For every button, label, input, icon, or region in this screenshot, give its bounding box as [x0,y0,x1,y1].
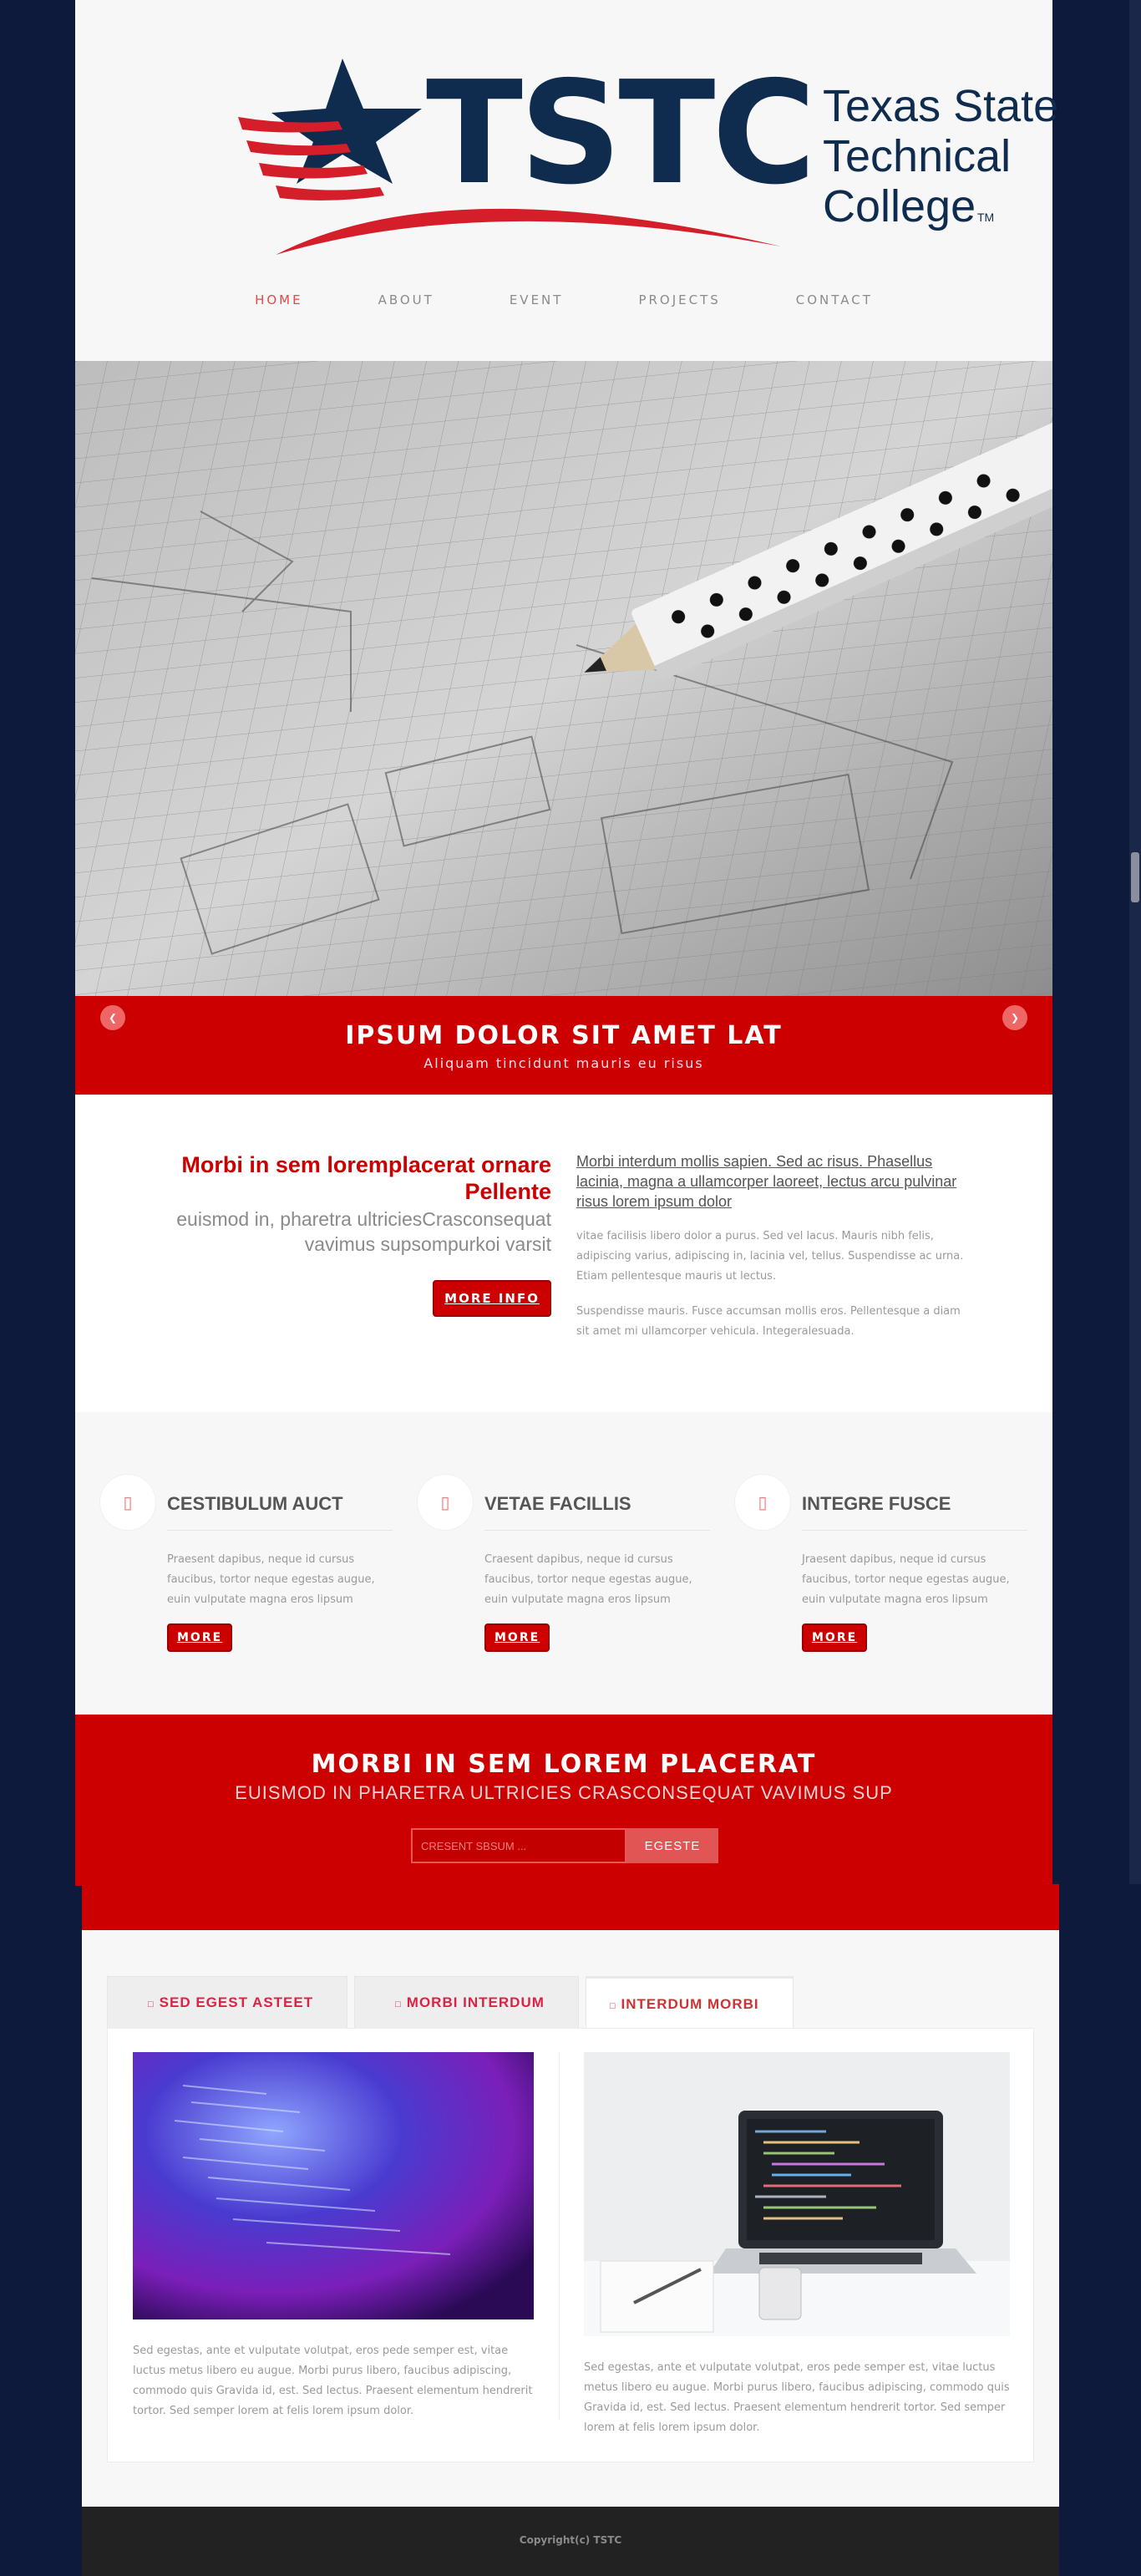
subscribe-section-extension [82,1884,1059,1930]
tab-icon: □ [395,1999,402,2009]
feature-text: Craesent dapibus, neque id cursus faucib… [484,1553,692,1606]
more-info-button[interactable]: MORE INFO [433,1280,551,1317]
tab-sed-egest-asteet[interactable]: □ SED EGEST ASTEET [107,1976,348,2028]
intro-section: Morbi in sem loremplacerat ornare Pellen… [75,1095,1052,1412]
code-screen-image [133,2052,534,2319]
subscribe-button[interactable]: EGESTE [626,1828,718,1863]
chevron-left-icon[interactable]: ❮ [100,1005,125,1030]
logo-text-2: Technical [823,131,1011,181]
subscribe-input[interactable] [411,1828,626,1863]
tab-icon: □ [148,1999,155,2009]
tab-column: Sed egestas, ante et vulputate volutpat,… [584,2052,1010,2438]
features-section: ▯ CESTIBULUM AUCT Praesent dapibus, nequ… [75,1412,1052,1715]
feature-card: ▯ CESTIBULUM AUCT Praesent dapibus, nequ… [100,1475,418,1692]
site-header: TSTC Texas State Technical College TM HO… [75,0,1058,361]
tab-column: Sed egestas, ante et vulputate volutpat,… [133,2052,534,2421]
tab-morbi-interdum[interactable]: □ MORBI INTERDUM [354,1976,579,2028]
site-footer: Copyright(c) TSTC [82,2507,1059,2576]
intro-paragraph-2: Suspendisse mauris. Fusce accumsan molli… [576,1305,961,1338]
nav-event[interactable]: EVENT [472,284,601,318]
slider-subtitle: Aliquam tincidunt mauris eu risus [423,1055,704,1071]
slider-caption: IPSUM DOLOR SIT AMET LAT Aliquam tincidu… [75,996,1052,1095]
intro-paragraph-1: vitae facilisis libero dolor a purus. Se… [576,1230,964,1283]
laptop-desk-image [584,2052,1010,2336]
page-scrollbar[interactable] [1129,0,1141,1884]
feature-more-button[interactable]: MORE [484,1623,550,1652]
subscribe-title: MORBI IN SEM LOREM PLACERAT [311,1750,817,1779]
logo-text-1: Texas State [823,81,1058,131]
chevron-right-icon[interactable]: ❯ [1002,1005,1027,1030]
tab-panel: Sed egestas, ante et vulputate volutpat,… [107,2028,1034,2462]
scrollbar-thumb[interactable] [1131,852,1139,902]
intro-subheading: euismod in, pharetra ultriciesCrasconseq… [176,1208,551,1255]
logo-text-3: College [823,181,976,231]
tab-icon: □ [609,2001,616,2011]
tab-column-text: Sed egestas, ante et vulputate volutpat,… [584,2361,1010,2434]
tab-interdum-morbi[interactable]: □ INTERDUM MORBI [585,1976,794,2028]
logo-mark: TSTC [426,51,813,216]
subscribe-section: MORBI IN SEM LOREM PLACERAT EUISMOD IN P… [75,1715,1052,1886]
nav-about[interactable]: ABOUT [341,284,472,318]
feature-more-button[interactable]: MORE [802,1623,868,1652]
mobile-icon: ▯ [418,1475,473,1530]
nav-contact[interactable]: CONTACT [758,284,910,318]
feature-text: Praesent dapibus, neque id cursus faucib… [167,1553,375,1606]
mobile-icon: ▯ [100,1475,155,1530]
feature-title: CESTIBULUM AUCT [167,1493,393,1531]
feature-card: ▯ VETAE FACILLIS Craesent dapibus, neque… [418,1475,735,1692]
copyright-text: Copyright(c) TSTC [519,2534,622,2546]
mobile-icon: ▯ [735,1475,790,1530]
logo-tm: TM [977,211,994,224]
feature-card: ▯ INTEGRE FUSCE Jraesent dapibus, neque … [735,1475,1052,1692]
hero-image [75,361,1052,996]
tstc-logo[interactable]: TSTC Texas State Technical College TM [238,50,1073,259]
slider-title: IPSUM DOLOR SIT AMET LAT [345,1021,783,1050]
intro-heading: Morbi in sem loremplacerat ornare Pellen… [181,1152,551,1204]
tabs-section: □ SED EGEST ASTEET □ MORBI INTERDUM □ INTER… [82,1930,1059,2507]
tab-divider [559,2052,560,2420]
feature-title: VETAE FACILLIS [484,1493,710,1531]
nav-home[interactable]: HOME [217,284,341,318]
main-nav: HOME ABOUT EVENT PROJECTS CONTACT [75,284,1052,318]
intro-lead-link[interactable]: Morbi interdum mollis sapien. Sed ac ris… [576,1151,969,1212]
nav-projects[interactable]: PROJECTS [601,284,758,318]
feature-text: Jraesent dapibus, neque id cursus faucib… [802,1553,1010,1606]
feature-more-button[interactable]: MORE [167,1623,233,1652]
subscribe-subtitle: EUISMOD IN PHARETRA ULTRICIES CRASCONSEQ… [235,1782,893,1803]
tab-column-text: Sed egestas, ante et vulputate volutpat,… [133,2345,533,2417]
tab-bar: □ SED EGEST ASTEET □ MORBI INTERDUM □ INTER… [107,1976,794,2028]
feature-title: INTEGRE FUSCE [802,1493,1027,1531]
subscribe-form: EGESTE [411,1828,718,1863]
